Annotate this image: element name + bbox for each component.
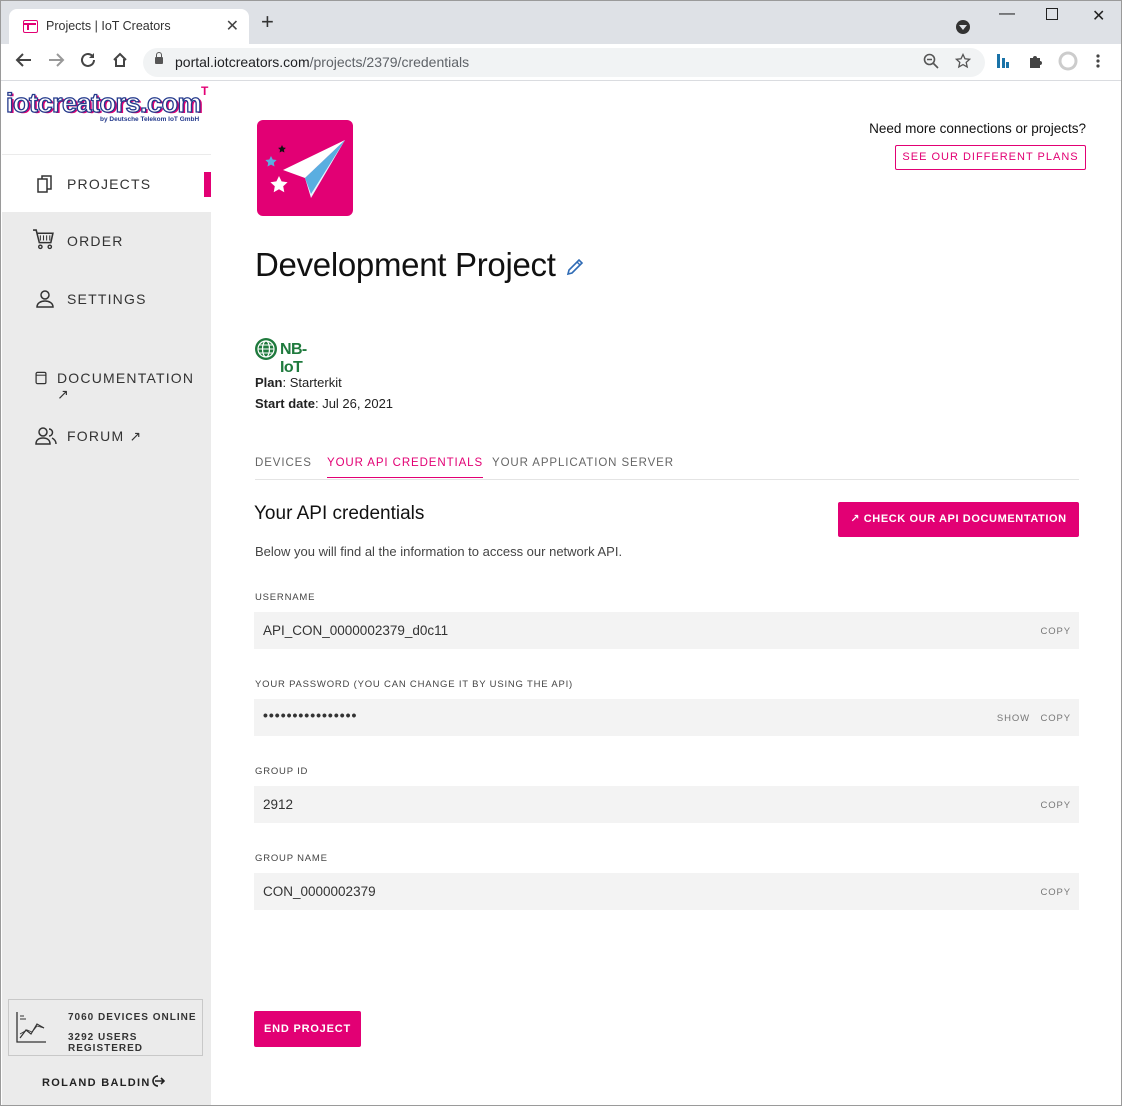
- browser-window: Projects | IoT Creators ✕ + — ✕ portal.i…: [0, 0, 1122, 1106]
- show-password-button[interactable]: SHOW: [997, 713, 1030, 724]
- sidebar-item-label: FORUM ↗: [67, 428, 143, 444]
- username-value[interactable]: API_CON_0000002379_d0c11: [263, 623, 448, 638]
- close-window-icon[interactable]: ✕: [1092, 6, 1105, 26]
- stats-panel: 7060 DEVICES ONLINE 3292 USERS REGISTERE…: [8, 999, 203, 1056]
- logo-subtitle: by Deutsche Telekom IoT GmbH: [100, 116, 200, 123]
- documents-icon: [37, 175, 52, 193]
- start-date-info: Start date: Jul 26, 2021: [255, 396, 394, 411]
- copy-group-name-button[interactable]: COPY: [1040, 887, 1071, 898]
- logo[interactable]: iotcreators.com by Deutsche Telekom IoT …: [2, 82, 211, 154]
- main-content: Need more connections or projects? SEE O…: [211, 82, 1121, 1105]
- globe-icon: [255, 338, 277, 360]
- sidebar: iotcreators.com by Deutsche Telekom IoT …: [2, 82, 211, 1105]
- users-icon: [35, 427, 57, 445]
- password-label: YOUR PASSWORD (YOU CAN CHANGE IT BY USIN…: [255, 679, 574, 690]
- sidebar-item-label: SETTINGS: [67, 291, 147, 307]
- group-id-field: 2912 COPY: [254, 786, 1079, 823]
- logout-icon[interactable]: [149, 1074, 166, 1091]
- api-documentation-button[interactable]: ↗ CHECK OUR API DOCUMENTATION: [838, 502, 1079, 537]
- new-tab-button[interactable]: +: [261, 11, 274, 33]
- favicon-icon: [23, 20, 38, 33]
- telekom-t-logo: T: [201, 84, 209, 98]
- logo-text: iotcreators.com: [5, 87, 202, 118]
- sidebar-item-documentation[interactable]: DOCUMENTATION ↗: [2, 349, 211, 406]
- copy-group-id-button[interactable]: COPY: [1040, 800, 1071, 811]
- group-name-value[interactable]: CON_0000002379: [263, 884, 376, 899]
- extensions-puzzle-icon[interactable]: [1028, 53, 1044, 73]
- section-description: Below you will find al the information t…: [255, 544, 623, 559]
- username-label: USERNAME: [255, 592, 316, 603]
- tab-close-icon[interactable]: ✕: [226, 16, 239, 36]
- group-name-field: CON_0000002379 COPY: [254, 873, 1079, 910]
- section-title: Your API credentials: [254, 503, 425, 524]
- edit-pencil-icon[interactable]: [565, 257, 585, 277]
- sidebar-item-projects[interactable]: PROJECTS: [2, 155, 211, 212]
- password-value[interactable]: ••••••••••••••••: [263, 707, 357, 723]
- project-tabs: DEVICES YOUR API CREDENTIALS YOUR APPLIC…: [255, 452, 1079, 480]
- cart-icon: [33, 229, 54, 250]
- user-icon: [36, 290, 54, 308]
- url-text[interactable]: portal.iotcreators.com/projects/2379/cre…: [175, 54, 469, 70]
- tab-title: Projects | IoT Creators: [46, 19, 171, 33]
- sidebar-item-forum[interactable]: FORUM ↗: [2, 407, 211, 464]
- sidebar-item-settings[interactable]: SETTINGS: [2, 270, 211, 327]
- browser-toolbar: portal.iotcreators.com/projects/2379/cre…: [1, 44, 1121, 81]
- tab-application-server[interactable]: YOUR APPLICATION SERVER: [492, 457, 674, 477]
- plan-info: Plan: Starterkit: [255, 375, 342, 390]
- end-project-button[interactable]: END PROJECT: [254, 1011, 361, 1047]
- sidebar-item-label: ORDER: [67, 233, 124, 249]
- sidebar-item-label: PROJECTS: [67, 176, 152, 192]
- lock-icon[interactable]: [155, 52, 163, 64]
- browser-titlebar: Projects | IoT Creators ✕ + — ✕: [1, 1, 1121, 44]
- home-icon[interactable]: [111, 51, 129, 74]
- profile-avatar-icon[interactable]: [1058, 51, 1078, 75]
- group-name-label: GROUP NAME: [255, 853, 328, 864]
- reload-icon[interactable]: [79, 51, 97, 74]
- line-chart-icon: [16, 1012, 46, 1043]
- forward-icon[interactable]: [47, 51, 65, 74]
- tab-devices[interactable]: DEVICES: [255, 457, 312, 477]
- copy-username-button[interactable]: COPY: [1040, 626, 1071, 637]
- page-title: Development Project: [255, 246, 556, 283]
- users-registered-count: 3292 USERS REGISTERED: [68, 1032, 144, 1054]
- maximize-icon[interactable]: [1046, 8, 1058, 20]
- project-icon: [257, 120, 353, 216]
- back-icon[interactable]: [15, 51, 33, 74]
- paper-plane-icon: [265, 140, 345, 198]
- devices-online-count: 7060 DEVICES ONLINE: [68, 1012, 197, 1023]
- tab-api-credentials[interactable]: YOUR API CREDENTIALS: [327, 457, 484, 478]
- password-field: •••••••••••••••• SHOW COPY: [254, 699, 1079, 736]
- username-field: API_CON_0000002379_d0c11 COPY: [254, 612, 1079, 649]
- user-name: ROLAND BALDIN: [42, 1077, 151, 1089]
- minimize-icon[interactable]: —: [999, 5, 1015, 23]
- group-id-label: GROUP ID: [255, 766, 309, 777]
- group-id-value[interactable]: 2912: [263, 797, 293, 812]
- tab-search-icon[interactable]: [956, 20, 970, 34]
- upsell-text: Need more connections or projects?: [869, 121, 1086, 136]
- sidebar-item-order[interactable]: ORDER: [2, 212, 211, 269]
- see-plans-button[interactable]: SEE OUR DIFFERENT PLANS: [895, 145, 1086, 170]
- extension-app-icon[interactable]: [996, 53, 1010, 73]
- book-icon: [35, 371, 47, 385]
- browser-tab[interactable]: Projects | IoT Creators ✕: [9, 9, 249, 44]
- nb-iot-label: NB-IoT: [280, 341, 307, 376]
- browser-menu-icon[interactable]: [1095, 53, 1101, 73]
- copy-password-button[interactable]: COPY: [1040, 713, 1071, 724]
- zoom-icon[interactable]: [923, 53, 939, 73]
- sidebar-item-label: DOCUMENTATION ↗: [57, 370, 195, 402]
- address-bar[interactable]: portal.iotcreators.com/projects/2379/cre…: [143, 48, 985, 77]
- bookmark-star-icon[interactable]: [954, 52, 972, 73]
